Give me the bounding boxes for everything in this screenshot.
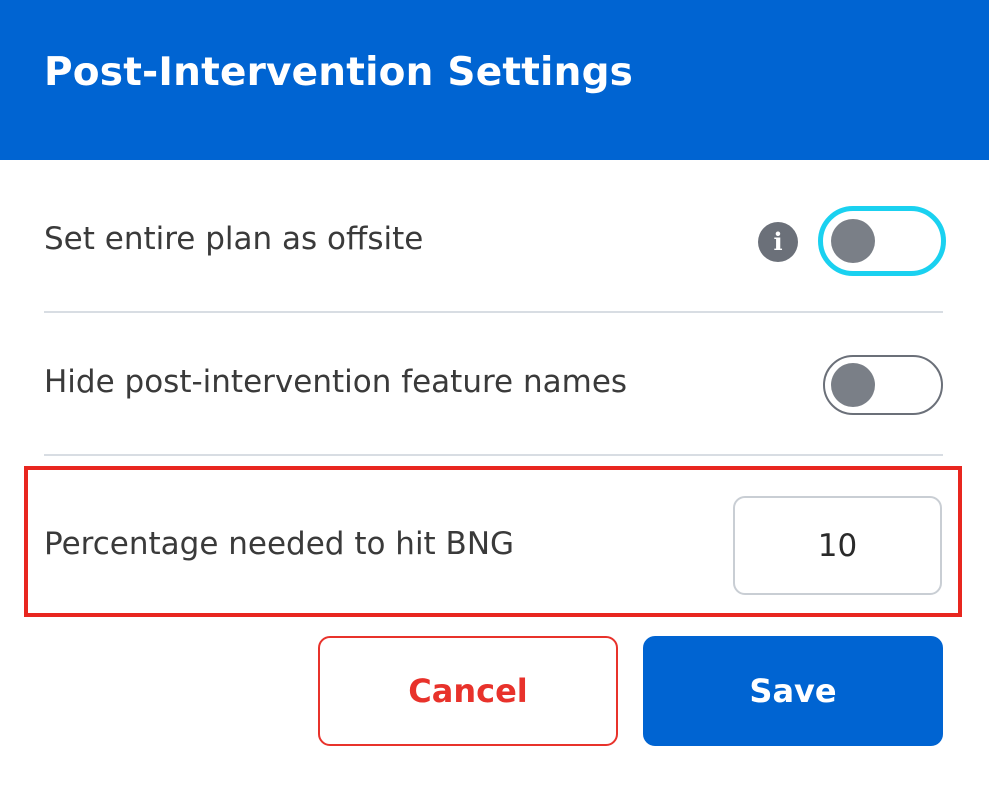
toggle-knob bbox=[831, 363, 875, 407]
toggle-knob bbox=[831, 219, 875, 263]
dialog-title: Post-Intervention Settings bbox=[44, 50, 634, 95]
info-icon[interactable]: i bbox=[758, 222, 798, 262]
divider bbox=[44, 311, 943, 313]
hide-names-setting-label: Hide post-intervention feature names bbox=[44, 364, 628, 400]
cancel-button[interactable]: Cancel bbox=[318, 636, 618, 746]
bng-percentage-input[interactable] bbox=[733, 496, 942, 595]
hide-names-toggle[interactable] bbox=[823, 355, 943, 415]
save-button[interactable]: Save bbox=[643, 636, 943, 746]
dialog-header: Post-Intervention Settings bbox=[0, 0, 989, 160]
bng-percentage-label: Percentage needed to hit BNG bbox=[44, 526, 515, 562]
offsite-toggle[interactable] bbox=[818, 206, 946, 276]
offsite-setting-label: Set entire plan as offsite bbox=[44, 221, 424, 257]
divider bbox=[44, 454, 943, 456]
